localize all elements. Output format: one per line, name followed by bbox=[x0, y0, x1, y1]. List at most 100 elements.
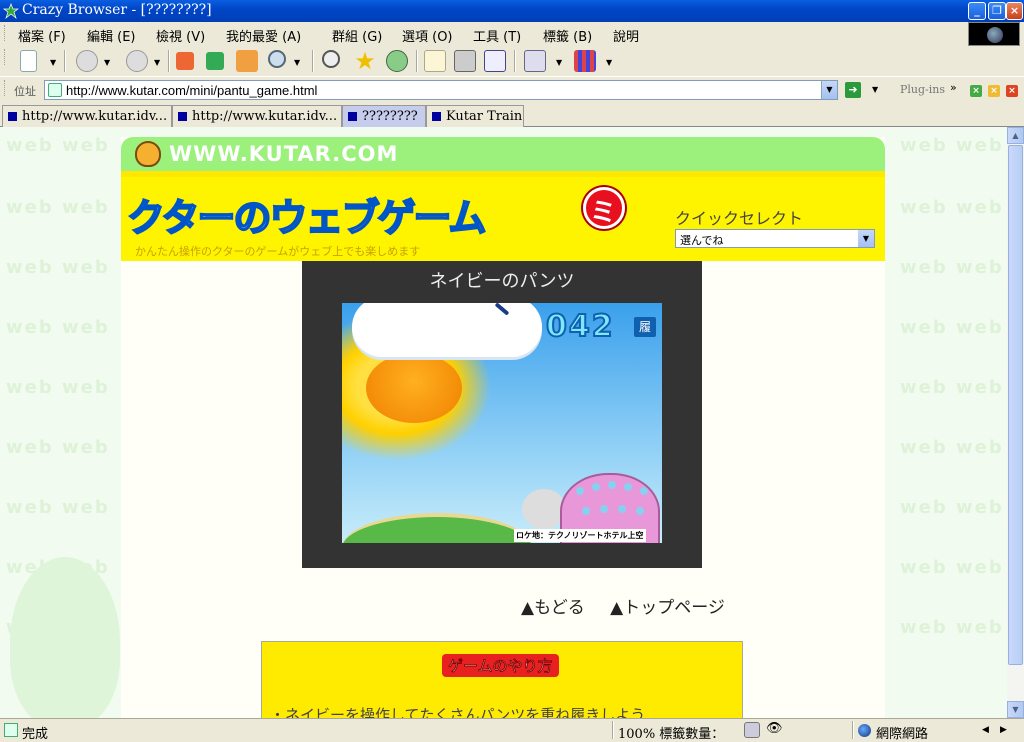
nav-prev-icon[interactable]: ◀ bbox=[982, 725, 989, 735]
tab-kutar-2[interactable]: http://www.kutar.idv... bbox=[172, 105, 342, 127]
tab-close-icon[interactable]: × bbox=[1006, 85, 1018, 97]
background-pattern-text: web web bbox=[900, 257, 1004, 278]
game-title: ネイビーのパンツ bbox=[429, 271, 575, 292]
background-pattern-text: web web bbox=[900, 497, 1004, 518]
layout-dropdown-arrow[interactable]: ▼ bbox=[606, 58, 612, 67]
url-text[interactable]: http://www.kutar.com/mini/pantu_game.htm… bbox=[66, 83, 317, 98]
building-window bbox=[618, 505, 626, 513]
menu-tools[interactable]: 工具 (T) bbox=[473, 26, 521, 45]
address-label: 位址 bbox=[14, 85, 36, 98]
chevron-down-icon[interactable]: ▼ bbox=[858, 230, 874, 247]
building-window bbox=[608, 481, 616, 489]
zoom-dropdown-arrow[interactable]: ▼ bbox=[294, 58, 300, 67]
scroll-up-icon[interactable]: ▲ bbox=[1007, 127, 1024, 144]
kutar-cat-logo-icon[interactable] bbox=[135, 141, 161, 167]
cloud-icon bbox=[442, 307, 542, 347]
tab-kutar-train[interactable]: Kutar Train bbox=[426, 105, 524, 127]
toolbar-separator bbox=[64, 50, 66, 72]
quick-select-label: クイックセレクト bbox=[675, 209, 804, 228]
history-icon[interactable] bbox=[386, 50, 408, 72]
back-icon[interactable] bbox=[76, 50, 98, 72]
mail-icon[interactable] bbox=[424, 50, 446, 72]
game-canvas[interactable]: 042 履 ロケ地：テクノリゾートホテル上空 bbox=[342, 303, 662, 543]
background-pattern-text: web web bbox=[6, 437, 110, 458]
scroll-down-icon[interactable]: ▼ bbox=[1007, 701, 1024, 718]
minimize-button[interactable]: _ bbox=[968, 2, 986, 20]
toolbar-grip[interactable] bbox=[4, 49, 7, 65]
status-bar: 完成 100% 標籤數量： 👁 網際網路 ◀ ▶ bbox=[0, 718, 1024, 742]
edit-dropdown-arrow[interactable]: ▼ bbox=[556, 58, 562, 67]
status-text: 完成 bbox=[22, 727, 49, 742]
forward-icon[interactable] bbox=[126, 50, 148, 72]
pants-counter: 042 bbox=[545, 308, 615, 345]
window-icon[interactable] bbox=[484, 50, 506, 72]
scroll-thumb[interactable] bbox=[1008, 145, 1023, 665]
toolbar-separator bbox=[514, 50, 516, 72]
background-pattern-text: web web bbox=[6, 135, 110, 156]
background-pattern-text: web web bbox=[6, 257, 110, 278]
menu-edit[interactable]: 編輯 (E) bbox=[87, 26, 136, 45]
new-dropdown-arrow[interactable]: ▼ bbox=[50, 58, 56, 67]
zoom-icon[interactable] bbox=[268, 50, 286, 68]
tab-current[interactable]: ???????? bbox=[342, 105, 426, 127]
vertical-scrollbar[interactable]: ▲ ▼ bbox=[1007, 127, 1024, 718]
background-pattern-text: web web bbox=[6, 377, 110, 398]
zoom-level[interactable]: 100% 標籤數量： bbox=[618, 723, 724, 742]
banner-title[interactable]: クターのウェブゲーム bbox=[126, 187, 487, 242]
stop-icon[interactable] bbox=[176, 52, 194, 70]
forward-dropdown-arrow[interactable]: ▼ bbox=[154, 58, 160, 67]
building-window bbox=[582, 507, 590, 515]
address-input[interactable]: http://www.kutar.com/mini/pantu_game.htm… bbox=[44, 80, 838, 100]
plugins-label[interactable]: Plug-ins bbox=[900, 83, 945, 96]
menu-groups[interactable]: 群組 (G) bbox=[332, 26, 382, 45]
edit-page-icon[interactable] bbox=[524, 50, 546, 72]
back-dropdown-arrow[interactable]: ▼ bbox=[104, 58, 110, 67]
menu-help[interactable]: 說明 bbox=[613, 26, 639, 45]
chevron-right-icon[interactable]: » bbox=[950, 81, 957, 94]
menu-options[interactable]: 選項 (O) bbox=[402, 26, 453, 45]
top-page-link[interactable]: ▲トップページ bbox=[610, 598, 725, 618]
back-link[interactable]: ▲もどる bbox=[521, 598, 585, 618]
favorites-star-icon[interactable]: ★ bbox=[354, 49, 376, 73]
refresh-icon[interactable] bbox=[206, 52, 224, 70]
building-window bbox=[600, 505, 608, 513]
site-domain[interactable]: WWW.KUTAR.COM bbox=[169, 142, 398, 166]
quick-select-dropdown[interactable]: 選んでね ▼ bbox=[675, 229, 875, 248]
tab-label: http://www.kutar.idv... bbox=[192, 109, 338, 124]
background-pattern-text: web web bbox=[6, 497, 110, 518]
banner-title-part1: クターの bbox=[126, 195, 272, 241]
menu-grip[interactable] bbox=[4, 25, 7, 41]
address-grip[interactable] bbox=[4, 80, 7, 96]
tab-label: http://www.kutar.idv... bbox=[22, 109, 168, 124]
tab-layout-icon[interactable] bbox=[574, 50, 596, 72]
menu-tabs[interactable]: 標籤 (B) bbox=[543, 26, 592, 45]
background-pattern-text: web web bbox=[6, 317, 110, 338]
maximize-button[interactable]: ❐ bbox=[988, 2, 1006, 20]
page-icon bbox=[48, 83, 62, 97]
banner-mark-text: ミ bbox=[590, 198, 617, 228]
tab-close-other-icon[interactable]: × bbox=[988, 85, 1000, 97]
eye-icon[interactable]: 👁 bbox=[766, 721, 783, 736]
tab-close-all-icon[interactable]: × bbox=[970, 85, 982, 97]
home-icon[interactable] bbox=[236, 50, 258, 72]
address-dropdown-button[interactable]: ▼ bbox=[821, 81, 837, 99]
menu-favorites[interactable]: 我的最愛 (A) bbox=[226, 26, 301, 45]
counter-unit: 履 bbox=[634, 317, 656, 337]
tab-label: ???????? bbox=[362, 109, 418, 124]
search-icon[interactable] bbox=[322, 50, 340, 68]
new-page-icon[interactable] bbox=[20, 50, 37, 72]
internet-zone-icon bbox=[858, 724, 871, 737]
menu-view[interactable]: 檢視 (V) bbox=[156, 26, 205, 45]
howto-title: ゲームのやり方 bbox=[442, 654, 559, 677]
background-cat-silhouette bbox=[10, 557, 120, 718]
go-icon[interactable]: ➜ bbox=[845, 82, 861, 98]
print-icon[interactable] bbox=[454, 50, 476, 72]
go-dropdown-arrow[interactable]: ▼ bbox=[872, 85, 878, 94]
background-pattern-text: web web bbox=[900, 135, 1004, 156]
tab-kutar-1[interactable]: http://www.kutar.idv... bbox=[2, 105, 172, 127]
howto-text: ・ネイビーを操作してたくさんパンツを重ね履きしよう bbox=[270, 706, 646, 718]
nav-next-icon[interactable]: ▶ bbox=[1000, 725, 1007, 735]
close-button[interactable]: × bbox=[1006, 2, 1023, 20]
menu-file[interactable]: 檔案 (F) bbox=[18, 26, 66, 45]
page-status-icon bbox=[4, 723, 18, 737]
